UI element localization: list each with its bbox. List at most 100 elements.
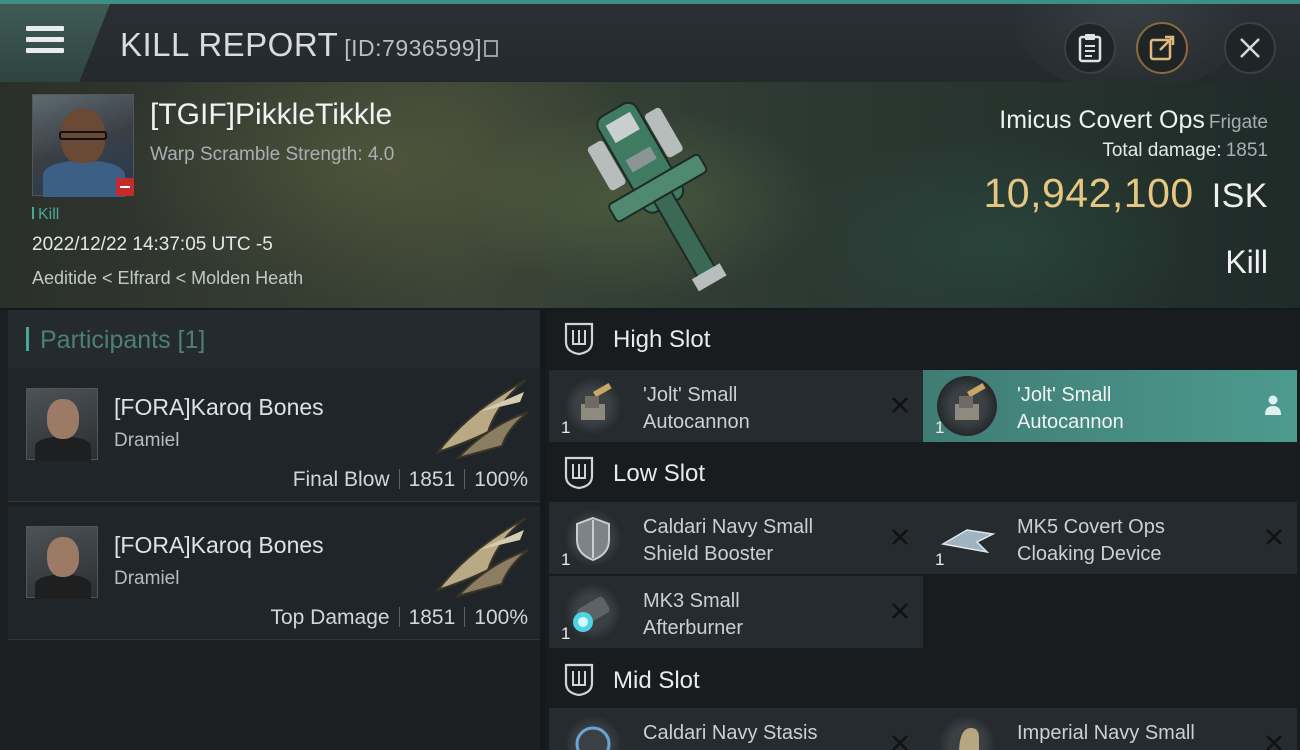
item-name-line-1: Imperial Navy Small [1017, 722, 1195, 744]
total-damage-label: Total damage: [1102, 140, 1222, 161]
high-slot-icon [564, 322, 594, 356]
item-name-line-2: Autocannon [1017, 411, 1124, 433]
menu-icon[interactable] [26, 26, 64, 56]
high-slot-title: High Slot [613, 326, 711, 353]
high-slot-item[interactable]: 1 'Jolt' Small Autocannon [549, 370, 923, 442]
isk-unit: ISK [1211, 177, 1268, 215]
destroyed-x-icon [892, 735, 908, 750]
mid-slot-icon [564, 663, 594, 697]
copy-icon[interactable] [483, 40, 498, 57]
participant-damage: 1851 [408, 606, 456, 629]
destroyed-x-icon [892, 529, 908, 545]
stasis-webifier-icon [563, 714, 623, 750]
participant-percent: 100% [474, 606, 528, 629]
kill-summary-banner: [TGIF]PikkleTikkle Warp Scramble Strengt… [0, 82, 1300, 308]
participants-title: Participants [1] [40, 326, 206, 354]
item-name-line-1: 'Jolt' Small [1017, 384, 1112, 406]
item-name: MK3 Small Afterburner [643, 588, 873, 642]
item-name: Imperial Navy Small [1017, 720, 1247, 747]
item-name: 'Jolt' Small Autocannon [1017, 382, 1247, 436]
low-slot-title: Low Slot [613, 460, 706, 487]
participant-name: [FORA]Karoq Bones [114, 532, 324, 558]
victim-name[interactable]: [TGIF]PikkleTikkle [150, 98, 392, 132]
isk-value: 10,942,100 [983, 170, 1194, 216]
participant-damage: 1851 [408, 468, 456, 491]
mid-slot-title: Mid Slot [613, 667, 700, 694]
share-button[interactable] [1136, 22, 1188, 74]
participant-avatar [26, 388, 98, 461]
low-slot-item[interactable]: 1 Caldari Navy Small Shield Booster [549, 502, 923, 574]
participant-name: [FORA]Karoq Bones [114, 394, 324, 420]
item-name-line-2: Autocannon [643, 411, 750, 433]
low-slot-item[interactable]: 1 MK3 Small Afterburner [549, 576, 923, 648]
share-icon [1149, 35, 1175, 61]
kill-location[interactable]: Aeditide < Elfrard < Molden Heath [32, 268, 303, 289]
participant-row[interactable]: [FORA]Karoq Bones Dramiel Top Damage 1851… [8, 506, 540, 640]
warp-scramble-strength: Warp Scramble Strength: 4.0 [150, 144, 395, 165]
high-slot-header: High Slot [545, 310, 1300, 368]
participant-stats: Final Blow 1851 100% [293, 468, 528, 492]
victim-ship-image[interactable] [560, 88, 760, 304]
total-damage-value: 1851 [1225, 140, 1268, 161]
participant-role: Final Blow [292, 468, 390, 491]
item-name: MK5 Covert Ops Cloaking Device [1017, 514, 1247, 568]
fitting-panel: High Slot 1 'Jolt' Small Autocannon 1 'J… [545, 310, 1300, 750]
person-icon [1265, 395, 1281, 415]
mid-slot-item[interactable]: Imperial Navy Small [923, 708, 1297, 750]
participants-panel: Participants [1] [FORA]Karoq Bones Drami… [0, 310, 540, 750]
report-id: [ID:7936599] [344, 35, 482, 61]
participant-avatar [26, 526, 98, 599]
participant-ship-image [435, 379, 529, 460]
item-name-line-1: Caldari Navy Stasis [643, 722, 818, 744]
participant-ship: Dramiel [114, 568, 180, 589]
participant-ship-image [435, 517, 529, 598]
mid-slot-item[interactable]: Caldari Navy Stasis [549, 708, 923, 750]
afterburner-icon [563, 582, 623, 642]
item-quantity: 1 [935, 550, 945, 569]
header-ornament [1010, 4, 1250, 84]
autocannon-icon [563, 376, 623, 436]
item-name-line-1: Caldari Navy Small [643, 516, 814, 538]
low-slot-icon [564, 456, 594, 490]
participant-row[interactable]: [FORA]Karoq Bones Dramiel Final Blow 1851… [8, 368, 540, 502]
kill-datetime: 2022/12/22 14:37:05 UTC -5 [32, 234, 273, 255]
destroyed-x-icon [892, 603, 908, 619]
item-name-line-2: Afterburner [643, 617, 744, 639]
shield-booster-icon [563, 508, 623, 568]
low-slot-header: Low Slot [545, 444, 1300, 502]
module-icon [937, 714, 997, 750]
cloaking-device-icon [937, 508, 997, 568]
item-name: Caldari Navy Small Shield Booster [643, 514, 873, 568]
item-name-line-2: Shield Booster [643, 543, 774, 565]
item-quantity: 1 [561, 550, 571, 569]
item-name-line-1: MK5 Covert Ops [1017, 516, 1165, 538]
mid-slot-header: Mid Slot [545, 651, 1300, 709]
clipboard-button[interactable] [1064, 22, 1116, 74]
item-quantity: 1 [935, 418, 945, 437]
ship-name[interactable]: Imicus Covert Ops [999, 106, 1205, 134]
destroyed-x-icon [1266, 735, 1282, 750]
item-quantity: 1 [561, 624, 571, 643]
high-slot-item[interactable]: 1 'Jolt' Small Autocannon [923, 370, 1297, 442]
autocannon-icon [937, 376, 997, 436]
kill-result: Kill [1225, 244, 1268, 280]
destroyed-x-icon [892, 397, 908, 413]
item-name: Caldari Navy Stasis [643, 720, 873, 747]
victim-portrait[interactable] [32, 94, 134, 197]
item-name: 'Jolt' Small Autocannon [643, 382, 873, 436]
clipboard-icon [1078, 34, 1102, 63]
low-slot-item[interactable]: 1 MK5 Covert Ops Cloaking Device [923, 502, 1297, 574]
close-button[interactable] [1224, 22, 1276, 74]
title-bar: KILL REPORT [ID:7936599] [0, 0, 1300, 84]
item-name-line-1: MK3 Small [643, 590, 740, 612]
close-icon [1240, 38, 1260, 58]
destroyed-x-icon [1266, 529, 1282, 545]
item-name-line-1: 'Jolt' Small [643, 384, 738, 406]
participant-stats: Top Damage 1851 100% [270, 606, 528, 630]
ship-name-line: Imicus Covert Ops Frigate [999, 106, 1268, 135]
total-damage: Total damage: 1851 [1102, 140, 1268, 162]
page-title: KILL REPORT [ID:7936599] [120, 26, 498, 64]
page-title-text: KILL REPORT [120, 26, 339, 63]
isk-value-line: 10,942,100 ISK [983, 170, 1268, 217]
item-name-line-2: Cloaking Device [1017, 543, 1162, 565]
